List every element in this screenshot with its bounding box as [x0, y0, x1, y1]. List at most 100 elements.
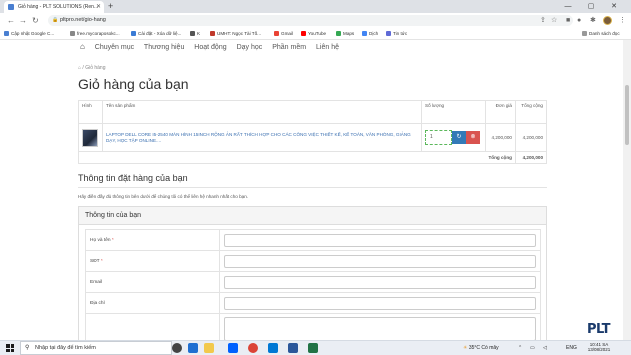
bookmark-star-icon[interactable]: ☆ — [551, 16, 557, 25]
grand-total-value: 4,200,000 — [514, 151, 548, 164]
browser-tabbar: Giỏ hàng - PLT SOLUTIONS (Ren... ✕ + — ▢… — [0, 0, 631, 13]
form-row: Địa chỉ — [85, 292, 541, 314]
search-icon: ⚲ — [25, 345, 30, 351]
browser-toolbar: ← → ↻ 🔒 pltpro.net/gio-hang ⇪ ☆ ■ ● ✱ ⋮ — [0, 13, 631, 28]
nav-item[interactable]: Phần mềm — [272, 44, 306, 51]
home-icon[interactable]: ⌂ — [80, 42, 85, 51]
form-row: Họ và tên * — [85, 229, 541, 251]
tab-close-icon[interactable]: ✕ — [96, 1, 101, 13]
maximize-button[interactable]: ▢ — [582, 0, 600, 13]
reload-button[interactable]: ↻ — [32, 15, 39, 26]
address-field[interactable] — [224, 296, 536, 310]
bookmark-item[interactable]: Tin tức — [386, 30, 407, 38]
url-text: pltpro.net/gio-hang — [60, 17, 106, 23]
divider — [78, 187, 547, 188]
page-title: Giỏ hàng của bạn — [78, 76, 189, 92]
excel-icon[interactable] — [308, 343, 318, 353]
page-content: ⌂ Chuyên mục Thương hiệu Hoạt động Dạy h… — [0, 40, 623, 340]
nav-item[interactable]: Dạy học — [237, 44, 263, 51]
word-icon[interactable] — [288, 343, 298, 353]
lock-icon: 🔒 — [52, 17, 59, 23]
browser-tab[interactable]: Giỏ hàng - PLT SOLUTIONS (Ren... ✕ — [4, 1, 104, 13]
edge-icon[interactable] — [188, 343, 198, 353]
line-total: 4,200,000 — [514, 123, 548, 152]
new-tab-button[interactable]: + — [108, 1, 113, 12]
nav-item[interactable]: Thương hiệu — [144, 44, 184, 51]
email-field[interactable] — [224, 275, 536, 289]
nav-item[interactable]: Chuyên mục — [95, 44, 134, 51]
required-mark: * — [100, 258, 103, 264]
tab-title: Giỏ hàng - PLT SOLUTIONS (Ren... — [18, 4, 99, 10]
back-button[interactable]: ← — [7, 15, 15, 26]
extension-icon[interactable]: ■ — [566, 16, 570, 25]
mail-icon[interactable] — [268, 343, 278, 353]
volume-icon[interactable]: ◁ — [543, 342, 547, 354]
bookmarks-bar: Cập nhật Google C... free.mycoraposokc..… — [0, 28, 631, 40]
extension-icon[interactable]: ● — [577, 16, 581, 25]
clock[interactable]: 10:41 SA 13/08/2021 — [584, 342, 614, 352]
bookmark-item[interactable]: Cập nhật Google C... — [4, 30, 54, 38]
weather-widget[interactable]: ☀ 35°C Có mây — [463, 342, 499, 354]
panel-title: Thông tin của bạn — [79, 207, 546, 225]
remove-icon[interactable]: ⊗ — [466, 131, 480, 144]
bookmark-item[interactable]: UMHT: Ngọc Tài Tố... — [210, 30, 261, 38]
unit-price: 4,200,000 — [484, 123, 516, 152]
profile-avatar[interactable] — [603, 16, 612, 25]
field-label: Họ và tên — [90, 237, 111, 243]
refresh-icon[interactable]: ↻ — [452, 131, 466, 144]
order-info-title: Thông tin đặt hàng của bạn — [78, 173, 188, 183]
windows-taskbar: ⚲ Nhập tại đây để tìm kiếm ☀ 35°C Có mây… — [0, 340, 631, 355]
fullname-field[interactable] — [224, 233, 536, 247]
minimize-button[interactable]: — — [559, 0, 577, 13]
main-nav: ⌂ Chuyên mục Thương hiệu Hoạt động Dạy h… — [80, 41, 347, 53]
product-link[interactable]: LAPTOP DELL CORE I5-2540 MÀN HÌNH 15INCH… — [106, 132, 411, 143]
bookmark-item[interactable]: YouTube — [301, 30, 326, 38]
form-row — [85, 313, 541, 340]
reading-list[interactable]: Danh sách đọc — [582, 30, 620, 38]
col-qty: Số lượng — [421, 100, 486, 124]
bookmark-item[interactable]: free.mycoraposokc... — [70, 30, 120, 38]
tray-chevron-icon[interactable]: ⌃ — [518, 342, 522, 354]
bookmark-item[interactable]: Cài đặt - Xóa dữ liệ... — [131, 30, 181, 38]
grand-total-row: Tổng cộng 4,200,000 — [78, 151, 548, 164]
bookmark-item[interactable]: K — [190, 30, 200, 38]
network-icon[interactable]: ▭ — [530, 342, 535, 354]
bookmark-item[interactable]: Dịch — [362, 30, 378, 38]
field-label: Địa chỉ — [90, 300, 105, 306]
note-field[interactable] — [224, 316, 536, 340]
menu-kebab-icon[interactable]: ⋮ — [619, 16, 626, 25]
product-image[interactable] — [82, 128, 98, 147]
share-icon[interactable]: ⇪ — [540, 16, 546, 25]
customer-info-panel: Thông tin của bạn Họ và tên * SĐT * Emai… — [78, 206, 547, 340]
cortana-icon[interactable] — [172, 343, 182, 353]
bookmark-item[interactable]: Gmail — [274, 30, 293, 38]
dropbox-icon[interactable] — [228, 343, 238, 353]
phone-field[interactable] — [224, 254, 536, 268]
windows-start-icon[interactable] — [6, 344, 14, 352]
home-icon[interactable]: ⌂ — [78, 65, 81, 71]
nav-item[interactable]: Hoạt động — [194, 44, 226, 51]
field-label: Email — [90, 279, 102, 285]
language-indicator[interactable]: ENG — [566, 342, 577, 354]
bookmark-item[interactable]: Maps — [336, 30, 354, 38]
quantity-input[interactable]: 1 — [425, 130, 452, 145]
forward-button[interactable]: → — [19, 15, 27, 26]
close-window-button[interactable]: ✕ — [605, 0, 623, 13]
table-row: LAPTOP DELL CORE I5-2540 MÀN HÌNH 15INCH… — [78, 123, 548, 152]
nav-item[interactable]: Liên hệ — [316, 44, 339, 51]
breadcrumb-current[interactable]: Giỏ hàng — [85, 65, 105, 71]
chrome-icon[interactable] — [248, 343, 258, 353]
col-total: Tổng cộng — [514, 100, 548, 124]
extensions-puzzle-icon[interactable]: ✱ — [590, 16, 596, 25]
taskbar-search-input[interactable]: ⚲ Nhập tại đây để tìm kiếm — [20, 341, 172, 355]
weather-icon: ☀ — [463, 345, 468, 351]
form-row: SĐT * — [85, 250, 541, 272]
col-price: Đơn giá — [484, 100, 516, 124]
scrollbar-thumb[interactable] — [625, 85, 629, 145]
address-bar[interactable]: 🔒 pltpro.net/gio-hang — [48, 15, 573, 26]
cart-table: Hình Tên sản phẩm Số lượng Đơn giá Tổng … — [78, 100, 548, 164]
breadcrumb: ⌂ / Giỏ hàng — [78, 65, 106, 71]
file-explorer-icon[interactable] — [204, 343, 214, 353]
form-row: Email — [85, 271, 541, 293]
grand-total-label: Tổng cộng — [78, 151, 516, 164]
